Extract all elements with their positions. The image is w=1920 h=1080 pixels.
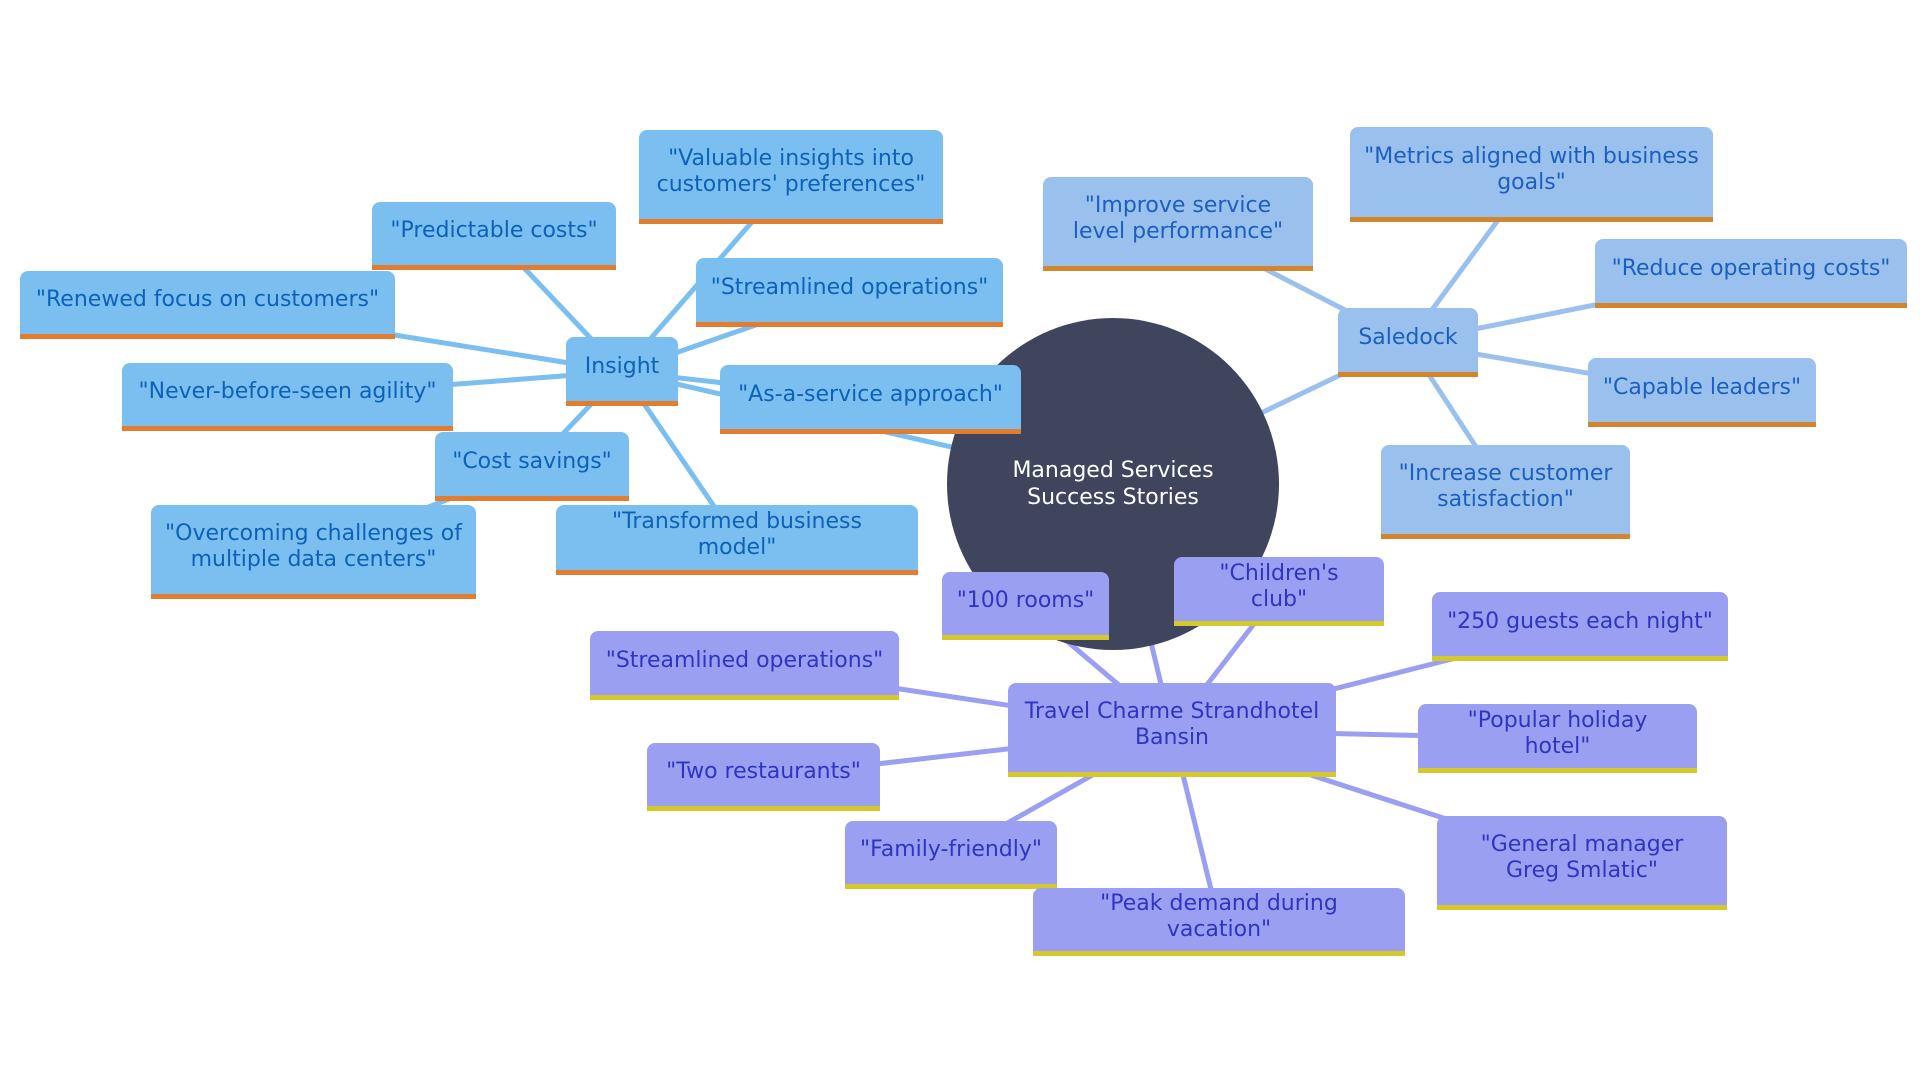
hotel-leaf[interactable]: "Streamlined operations" xyxy=(590,631,899,700)
branch-saledock[interactable]: Saledock xyxy=(1338,308,1478,377)
saledock-leaf[interactable]: "Improve service level performance" xyxy=(1043,177,1313,271)
branch-travel-charme[interactable]: Travel Charme Strandhotel Bansin xyxy=(1008,683,1336,777)
branch-label: Saledock xyxy=(1358,324,1458,350)
insight-leaf[interactable]: "Streamlined operations" xyxy=(696,258,1003,327)
saledock-leaf[interactable]: "Metrics aligned with business goals" xyxy=(1350,127,1713,222)
saledock-leaf[interactable]: "Reduce operating costs" xyxy=(1595,239,1907,308)
insight-leaf[interactable]: "Valuable insights into customers' prefe… xyxy=(639,130,943,224)
branch-insight[interactable]: Insight xyxy=(566,337,678,406)
hotel-leaf[interactable]: "Children's club" xyxy=(1174,557,1384,626)
insight-leaf[interactable]: "Predictable costs" xyxy=(372,202,616,270)
hotel-leaf[interactable]: "100 rooms" xyxy=(942,572,1109,640)
branch-label: Insight xyxy=(584,353,660,379)
hotel-leaf[interactable]: "Family-friendly" xyxy=(845,821,1057,889)
root-label: Managed Services Success Stories xyxy=(1012,458,1214,510)
branch-label: Travel Charme Strandhotel Bansin xyxy=(1024,699,1320,750)
hotel-leaf[interactable]: "General manager Greg Smlatic" xyxy=(1437,816,1727,910)
insight-leaf[interactable]: "Cost savings" xyxy=(435,432,629,501)
hotel-leaf[interactable]: "Two restaurants" xyxy=(647,743,880,811)
saledock-leaf[interactable]: "Capable leaders" xyxy=(1588,358,1816,427)
insight-leaf[interactable]: "Overcoming challenges of multiple data … xyxy=(151,505,476,599)
insight-leaf[interactable]: "As-a-service approach" xyxy=(720,365,1021,434)
insight-leaf[interactable]: "Transformed business model" xyxy=(556,505,918,575)
hotel-leaf[interactable]: "Peak demand during vacation" xyxy=(1033,888,1405,956)
hotel-leaf[interactable]: "Popular holiday hotel" xyxy=(1418,704,1697,773)
saledock-leaf[interactable]: "Increase customer satisfaction" xyxy=(1381,445,1630,539)
insight-leaf[interactable]: "Renewed focus on customers" xyxy=(20,271,395,339)
insight-leaf[interactable]: "Never-before-seen agility" xyxy=(122,363,453,431)
hotel-leaf[interactable]: "250 guests each night" xyxy=(1432,592,1728,661)
